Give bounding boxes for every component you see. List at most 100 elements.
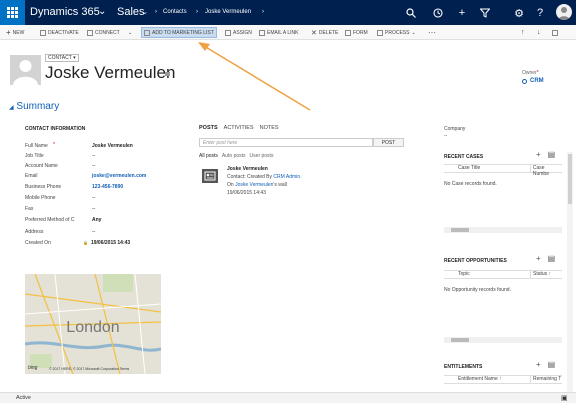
connect-icon	[87, 29, 93, 36]
new-button[interactable]: + NEW	[6, 27, 24, 38]
filter-user-posts[interactable]: User posts	[250, 153, 274, 159]
field-label: Fax	[25, 206, 34, 212]
help-icon[interactable]: ?	[533, 6, 547, 20]
add-icon[interactable]: +	[455, 6, 469, 20]
deactivate-icon	[40, 29, 46, 36]
address-map[interactable]: London bing © 2017 HERE, © 2017 Microsof…	[25, 274, 161, 374]
field-label: Full Name	[25, 143, 48, 149]
deactivate-label: DEACTIVATE	[48, 29, 79, 36]
down-arrow-icon[interactable]: ↓	[537, 27, 541, 38]
delete-button[interactable]: ✕ DELETE	[311, 27, 338, 38]
field-row: Full Name Joske Vermeulen *	[25, 142, 155, 152]
deactivate-button[interactable]: DEACTIVATE	[40, 27, 79, 38]
assign-icon	[225, 29, 231, 36]
app-launcher-icon[interactable]	[0, 0, 25, 25]
connect-button[interactable]: CONNECT	[87, 27, 120, 38]
more-commands-icon[interactable]: ···	[428, 27, 436, 38]
field-label: Preferred Method of C	[25, 217, 75, 223]
post-line-2: On Joske Vermeulen's wall	[227, 182, 287, 188]
post-timestamp: 19/06/2015 14:43	[227, 190, 266, 196]
field-value[interactable]: --	[92, 206, 95, 215]
search-icon[interactable]	[404, 6, 418, 20]
breadcrumb-separator-icon: ›	[262, 9, 264, 15]
process-icon	[377, 29, 383, 36]
topic-column[interactable]: Topic	[444, 271, 530, 278]
contact-information-title: CONTACT INFORMATION	[25, 126, 86, 132]
field-value[interactable]: Joske Vermeulen	[92, 143, 133, 152]
delete-label: DELETE	[318, 29, 339, 36]
filter-all-posts[interactable]: All posts	[199, 153, 218, 159]
tab-notes[interactable]: NOTES	[260, 125, 279, 131]
field-row: Address --	[25, 229, 155, 238]
email-link-icon	[259, 29, 265, 36]
post-wall-link[interactable]: Joske Vermeulen	[235, 182, 273, 188]
field-value[interactable]: 19/06/2015 14:43	[91, 240, 130, 249]
entity-type-selector[interactable]: CONTACT ▾	[45, 54, 79, 62]
case-number-column[interactable]: Case Numbe	[529, 165, 562, 177]
field-row: Preferred Method of C Any	[25, 217, 155, 226]
email-a-link-button[interactable]: EMAIL A LINK	[259, 27, 299, 38]
app-name[interactable]: Dynamics 365	[30, 6, 100, 18]
save-icon[interactable]: ▣	[561, 394, 568, 402]
tab-posts[interactable]: POSTS	[199, 125, 218, 131]
map-credits: © 2017 HERE, © 2017 Microsoft Corporatio…	[49, 367, 130, 371]
user-avatar[interactable]	[556, 4, 572, 20]
connect-dropdown-icon[interactable]: ⌄	[128, 27, 132, 38]
case-title-column[interactable]: Case Title	[444, 165, 530, 172]
post-input[interactable]: Enter post here	[199, 138, 373, 147]
add-case-icon[interactable]: +	[536, 150, 541, 159]
filter-icon[interactable]	[478, 6, 492, 20]
add-opportunity-icon[interactable]: +	[536, 254, 541, 263]
bing-logo: bing	[28, 365, 38, 371]
process-chevron-icon: ⌄	[411, 29, 416, 36]
grid-view-icon[interactable]: ▤	[548, 360, 556, 369]
grid-view-icon[interactable]: ▤	[548, 150, 556, 159]
breadcrumb-contacts[interactable]: Contacts	[163, 9, 187, 15]
filter-auto-posts[interactable]: Auto posts	[222, 153, 246, 159]
post-button[interactable]: POST	[373, 138, 404, 147]
settings-icon[interactable]: ⚙	[512, 6, 526, 20]
post-author[interactable]: Joske Vermeulen	[227, 166, 268, 172]
page-scrollbar[interactable]	[567, 152, 573, 392]
owner-value[interactable]: CRM	[522, 78, 544, 84]
summary-section-toggle[interactable]: ◢ Summary	[9, 101, 59, 112]
field-value[interactable]: Any	[92, 217, 101, 226]
delete-icon: ✕	[311, 29, 317, 37]
expand-icon[interactable]	[552, 27, 558, 38]
cases-empty-message: No Case records found.	[444, 181, 497, 187]
add-entitlement-icon[interactable]: +	[536, 360, 541, 369]
contact-photo[interactable]	[10, 55, 41, 85]
opportunities-table-header: Topic Status ↑	[444, 270, 562, 279]
add-to-marketing-list-button[interactable]: ADD TO MARKETING LIST	[141, 27, 217, 38]
field-value[interactable]: joske@vermeulen.com	[92, 173, 146, 182]
form-label: FORM	[353, 29, 368, 36]
field-value[interactable]: --	[92, 229, 95, 238]
opportunities-empty-message: No Opportunity records found.	[444, 287, 511, 293]
field-value[interactable]: --	[92, 163, 95, 172]
remaining-terms-column[interactable]: Remaining T	[530, 376, 561, 383]
entitlement-name-column[interactable]: Entitlement Name ↑	[444, 376, 530, 383]
process-button[interactable]: PROCESS ⌄	[377, 27, 416, 38]
module-chevron-icon[interactable]: ⌄	[142, 8, 148, 16]
breadcrumb-record[interactable]: Joske Vermeulen	[205, 9, 251, 15]
status-column[interactable]: Status ↑	[530, 271, 551, 278]
post-record-icon	[202, 169, 218, 183]
assign-button[interactable]: ASSIGN	[225, 27, 252, 38]
breadcrumb-separator-icon: ›	[196, 9, 198, 15]
module-name[interactable]: Sales	[117, 6, 145, 18]
field-value[interactable]: 123-456-7890	[92, 184, 123, 193]
company-value[interactable]: --	[444, 133, 447, 139]
opportunities-scrollbar[interactable]	[444, 337, 562, 343]
cases-scrollbar[interactable]	[444, 227, 562, 233]
grid-view-icon[interactable]: ▤	[548, 254, 556, 263]
up-arrow-icon[interactable]: ↑	[521, 27, 525, 38]
tab-activities[interactable]: ACTIVITIES	[224, 125, 254, 131]
post-author-link[interactable]: CRM Admin.	[273, 174, 301, 180]
app-chevron-icon[interactable]: ⌄	[98, 6, 106, 17]
field-value[interactable]: --	[92, 195, 95, 204]
breadcrumb-separator-icon: ›	[155, 9, 157, 15]
history-icon[interactable]	[431, 6, 445, 20]
form-button[interactable]: FORM	[345, 27, 368, 38]
field-value[interactable]: --	[92, 153, 95, 162]
field-label: Email	[25, 173, 38, 179]
